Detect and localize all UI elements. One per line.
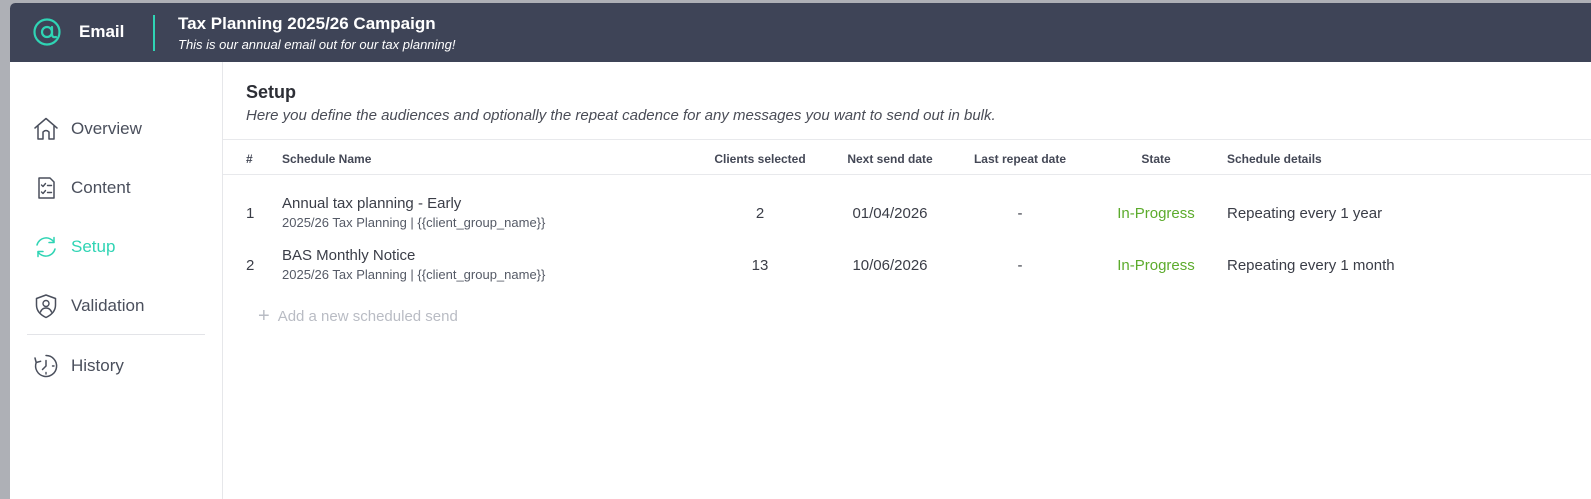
home-icon: [34, 117, 58, 140]
sidebar-item-label: Content: [71, 178, 131, 197]
setup-panel: Setup Here you define the audiences and …: [223, 62, 1591, 499]
campaign-header: Tax Planning 2025/26 Campaign This is ou…: [178, 14, 456, 52]
schedule-name-cell[interactable]: Annual tax planning - Early 2025/26 Tax …: [282, 195, 545, 230]
schedule-name: Annual tax planning - Early: [282, 195, 462, 212]
last-repeat-date: -: [1017, 257, 1023, 274]
column-header-next-send-date: Next send date: [847, 152, 933, 166]
next-send-date: 10/06/2026: [852, 257, 928, 274]
next-send-date: 01/04/2026: [852, 205, 928, 222]
row-number: 1: [246, 205, 255, 222]
sidebar-item-label: Setup: [71, 237, 116, 256]
sidebar-item-content[interactable]: Content: [32, 171, 212, 205]
clients-selected: 13: [751, 257, 769, 274]
page-title: Setup: [246, 82, 297, 102]
schedule-name: BAS Monthly Notice: [282, 247, 416, 264]
column-header-number: #: [246, 152, 253, 166]
schedule-subject: 2025/26 Tax Planning | {{client_group_na…: [282, 215, 546, 230]
column-header-schedule-name: Schedule Name: [282, 152, 372, 166]
sidebar-item-label: Overview: [71, 119, 142, 138]
checklist-icon: [38, 177, 55, 199]
campaign-title: Tax Planning 2025/26 Campaign: [178, 14, 436, 33]
app-window: Email Tax Planning 2025/26 Campaign This…: [10, 3, 1591, 499]
divider: [223, 139, 1591, 140]
clock-history-icon: [34, 354, 58, 378]
header-divider: [223, 174, 1591, 175]
sidebar-item-setup[interactable]: Setup: [32, 230, 212, 264]
last-repeat-date: -: [1017, 205, 1023, 222]
column-header-last-repeat-date: Last repeat date: [973, 152, 1067, 166]
plus-icon: +: [258, 305, 270, 327]
page-description: Here you define the audiences and option…: [246, 107, 996, 124]
schedule-details: Repeating every 1 year: [1227, 205, 1383, 222]
at-sign-icon: [33, 18, 61, 46]
sidebar-item-history[interactable]: History: [32, 349, 212, 383]
add-scheduled-send-button[interactable]: + Add a new scheduled send: [258, 306, 458, 326]
top-bar: Email Tax Planning 2025/26 Campaign This…: [10, 3, 1591, 62]
add-scheduled-send-label: Add a new scheduled send: [277, 307, 458, 325]
schedule-name-cell[interactable]: BAS Monthly Notice 2025/26 Tax Planning …: [282, 247, 545, 282]
sync-icon: [36, 236, 56, 258]
sidebar: Overview Content Setup Validation Histor…: [10, 62, 223, 499]
sidebar-item-validation[interactable]: Validation: [32, 289, 212, 323]
sidebar-item-overview[interactable]: Overview: [32, 112, 212, 146]
campaign-subtitle: This is our annual email out for our tax…: [178, 37, 456, 52]
sidebar-item-label: Validation: [71, 296, 145, 315]
row-number: 2: [246, 257, 255, 274]
state-badge: In-Progress: [1117, 205, 1195, 222]
schedule-subject: 2025/26 Tax Planning | {{client_group_na…: [282, 267, 546, 282]
schedule-details: Repeating every 1 month: [1227, 257, 1395, 274]
sidebar-divider: [27, 334, 205, 335]
sidebar-item-label: History: [71, 356, 124, 375]
column-header-state: State: [1141, 152, 1171, 166]
column-header-schedule-details: Schedule details: [1227, 152, 1322, 166]
app-name: Email: [79, 22, 125, 41]
shield-user-icon: [35, 294, 57, 319]
clients-selected: 2: [755, 205, 765, 222]
column-header-clients-selected: Clients selected: [714, 152, 806, 166]
brand[interactable]: Email: [32, 17, 124, 47]
state-badge: In-Progress: [1117, 257, 1195, 274]
header-divider: [153, 15, 155, 51]
